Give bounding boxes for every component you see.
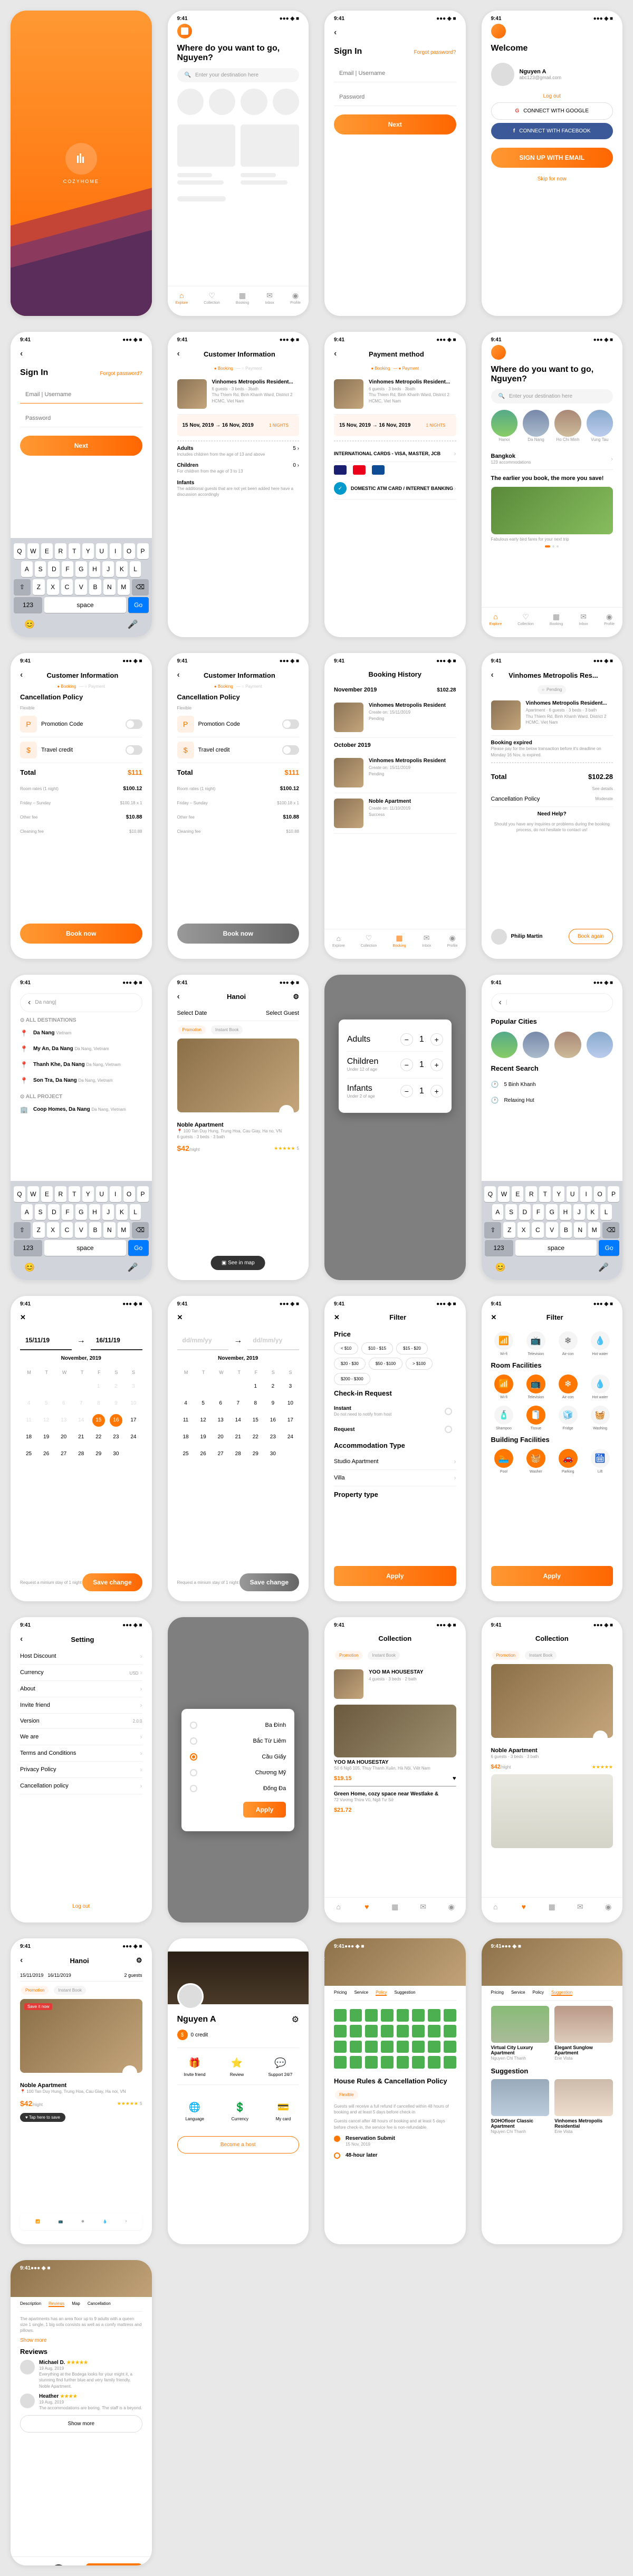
next-button[interactable]: Next [334, 114, 456, 134]
filter-facilities: 9:41●●● ◈ ■ ✕Filter 📶Wi-fi 📺Television ❄… [482, 1296, 623, 1601]
calendar-selected: 9:41●●● ◈ ■ ✕ 15/11/19→16/11/19 November… [11, 1296, 152, 1601]
app-logo [491, 24, 506, 39]
collection-list: 9:41●●● ◈ ■ Collection PromotionInstant … [324, 1617, 466, 1923]
listing-detail: 9:41●●● ◈ ■ ‹Hanoi⚙ 15/11/201916/11/2019… [11, 1938, 152, 2244]
signin-screen: 9:41●●● ◈ ■ ‹ Sign InForgot password? Ne… [324, 11, 466, 316]
suggestions: 9:41●●● ◈ ■ ‹ PricingServicePolicySugges… [482, 1938, 623, 2244]
greeting: Where do you want to go, Nguyen? [177, 44, 300, 63]
host-button[interactable]: Become a host [177, 2136, 300, 2154]
collection-icon: ♡ [207, 291, 217, 300]
profile: 9:41●●● ◈ ■ Nguyen A⚙ $0 credit 🎁Invite … [168, 1938, 309, 2244]
close-icon[interactable]: ✕ [51, 2564, 66, 2565]
intl-card-option[interactable]: INTERNATIONAL CARDS - VISA, MASTER, JCB› [334, 446, 456, 462]
collection-grid: 9:41●●● ◈ ■ Collection PromotionInstant … [482, 1617, 623, 1923]
map-button[interactable]: ▣ See in map [211, 1256, 265, 1270]
google-button[interactable]: GCONNECT WITH GOOGLE [491, 102, 613, 120]
facebook-button[interactable]: fCONNECT WITH FACEBOOK [491, 123, 613, 139]
customer-info: 9:41●●● ◈ ■ ‹Customer Information ● Book… [168, 332, 309, 637]
district-modal: 9:41●●● ◈ ■ Ba Đình Bắc Từ Liêm Cầu Giấy… [168, 1617, 309, 1923]
password-input[interactable] [20, 410, 142, 427]
promo-image [491, 487, 613, 534]
search-suggest: 9:41●●● ◈ ■ ‹Da nang| ⊙ All Destinations… [11, 975, 152, 1280]
checkout-flexible: 9:41●●● ◈ ■ ‹Customer Information ● Book… [11, 653, 152, 958]
guest-selector: 9:41●●● ◈ ■ Adults−1+ ChildrenUnder 12 o… [324, 975, 466, 1280]
avatar [491, 63, 514, 86]
logout-link[interactable]: Log out [11, 1904, 152, 1909]
signin-keyboard: 9:41●●● ◈ ■ ‹ Sign InForgot password? Ne… [11, 332, 152, 637]
checkout-disabled: 9:41●●● ◈ ■ ‹Customer Information ● Book… [168, 653, 309, 958]
search-input[interactable]: ‹Da nang| [20, 993, 142, 1012]
domestic-card-option[interactable]: ✓DOMESTIC ATM CARD / INTERNET BANKING› [334, 478, 456, 499]
back-icon[interactable]: ‹ [20, 349, 23, 359]
promo-icon: P [20, 716, 37, 733]
app-logo [65, 143, 97, 175]
listing-photo[interactable] [177, 1039, 300, 1112]
book-button-disabled: Book now [177, 924, 300, 944]
welcome-screen: 9:41●●● ◈ ■ Welcome Nguyen Aabc123@gmail… [482, 11, 623, 316]
settings: 9:41●●● ◈ ■ ‹Setting Host Discount› Curr… [11, 1617, 152, 1923]
profile-icon: ◉ [291, 291, 300, 300]
search-input[interactable]: 🔍Enter your destination here [491, 389, 613, 403]
splash-screen: COZYHOME [11, 11, 152, 316]
tabbar[interactable]: ⌂Explore ♡Collection ▦Booking ✉Inbox ◉Pr… [168, 286, 309, 313]
logout-link[interactable]: Log out [491, 93, 613, 99]
book-button[interactable]: Book now [20, 924, 142, 944]
explore-icon: ⌂ [177, 291, 186, 300]
search-input[interactable]: 🔍Enter your destination here [177, 68, 300, 82]
filter-icon[interactable]: ⚙ [293, 993, 299, 1001]
keyboard[interactable]: QWERTYUIOP ASDFGHJKL ⇧ZXCVBNM⌫ 123spaceG… [11, 1181, 152, 1280]
apply-button[interactable]: Apply [334, 1566, 456, 1586]
house-rules: 9:41●●● ◈ ■ ‹ PricingServicePolicySugges… [324, 1938, 466, 2244]
next-button[interactable]: Next [20, 436, 142, 456]
home-skeleton: 9:41●●● ◈ ■ Where do you want to go, Ngu… [168, 11, 309, 316]
skip-link[interactable]: Skip for now [491, 176, 613, 182]
close-icon[interactable]: ✕ [20, 1313, 26, 1322]
signup-button[interactable]: SIGN UP WITH EMAIL [491, 148, 613, 168]
settings-icon[interactable]: ⚙ [292, 2014, 299, 2025]
search-results: 9:41●●● ◈ ■ ‹Hanoi⚙ Select DateSelect Gu… [168, 975, 309, 1280]
guest-modal: Adults−1+ ChildrenUnder 12 of age−1+ Inf… [339, 1020, 452, 1112]
calendar-empty: 9:41●●● ◈ ■ ✕ dd/mm/yy→dd/mm/yy November… [168, 1296, 309, 1601]
promo-toggle[interactable] [126, 719, 142, 729]
reviews: 9:41●●● ◈ ■ DescriptionReviewsMapCancell… [11, 2260, 152, 2565]
password-input[interactable] [334, 89, 456, 106]
booking-history: 9:41●●● ◈ ■ Booking History November 201… [324, 653, 466, 958]
forgot-link[interactable]: Forgot password? [414, 50, 456, 55]
credit-icon: $ [20, 742, 37, 758]
back-icon[interactable]: ‹ [334, 28, 337, 37]
keyboard[interactable]: QWERTYUIOP ASDFGHJKL ⇧ZXCVBNM⌫ 123spaceG… [11, 538, 152, 637]
app-logo [177, 24, 192, 39]
search-popular: 9:41●●● ◈ ■ ‹| Popular Cities Recent Sea… [482, 975, 623, 1280]
booking-detail: 9:41●●● ◈ ■ ‹Vinhomes Metropolis Res... … [482, 653, 623, 958]
book-again-button[interactable]: Book again [569, 929, 613, 944]
save-button[interactable]: Save change [82, 1573, 142, 1591]
inbox-icon: ✉ [265, 291, 274, 300]
payment-screen: 9:41●●● ◈ ■ ‹Payment method ● Booking— ●… [324, 332, 466, 637]
filter-price: 9:41●●● ◈ ■ ✕Filter Price < $10$10 - $15… [324, 1296, 466, 1601]
home-loaded: 9:41●●● ◈ ■ Where do you want to go, Ngu… [482, 332, 623, 637]
booking-icon: ▦ [238, 291, 247, 300]
email-input[interactable] [334, 65, 456, 82]
email-input[interactable] [20, 386, 142, 403]
